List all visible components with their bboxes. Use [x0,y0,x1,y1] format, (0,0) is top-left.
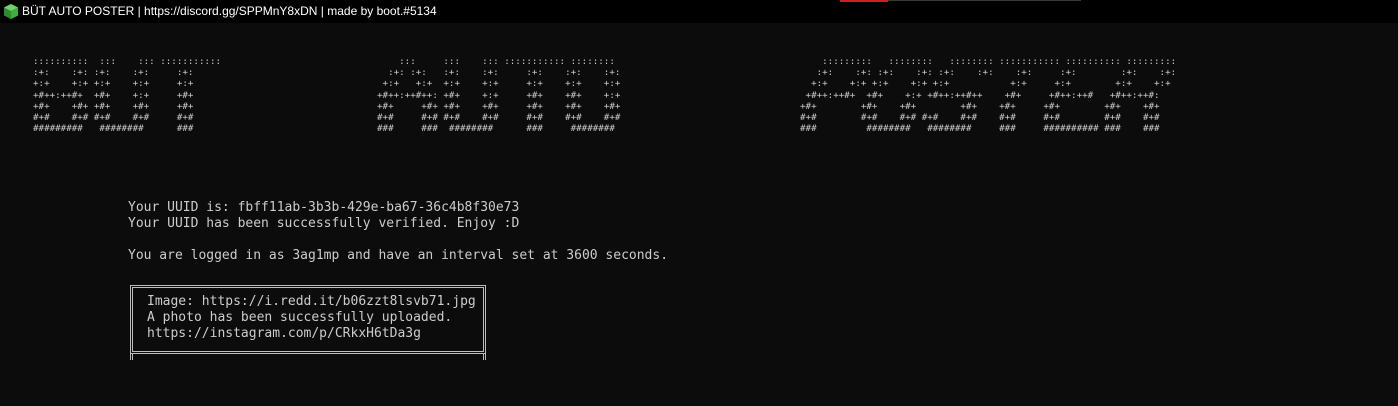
upload-result-box: Image: https://i.redd.it/b06zzt8lsvb71.j… [130,285,486,354]
title-accent-bar [840,0,888,2]
ascii-banner-auto: ::: ::: ::: ::::::::::: :::::::: :+: :+:… [377,56,621,135]
title-divider [888,0,1081,1]
title-bar[interactable]: BÜT AUTO POSTER | https://discord.gg/SPP… [0,0,1398,23]
upload-success-line: A photo has been successfully uploaded. [147,310,453,325]
console-window: BÜT AUTO POSTER | https://discord.gg/SPP… [0,0,1398,406]
image-url-line: Image: https://i.redd.it/b06zzt8lsvb71.j… [147,294,476,309]
login-line: You are logged in as 3ag1mp and have an … [128,248,669,263]
upload-box-legs [130,354,486,360]
window-title: BÜT AUTO POSTER | https://discord.gg/SPP… [22,4,437,18]
uuid-line: Your UUID is: fbff11ab-3b3b-429e-ba67-36… [128,200,520,215]
box-leg-left [130,354,133,360]
console-output[interactable]: :::::::::: ::: ::: ::::::::::: :+: :+: :… [0,23,1398,406]
verified-line: Your UUID has been successfully verified… [128,216,520,231]
box-leg-right [483,354,486,360]
ascii-banner-poster: ::::::::: :::::::: :::::::: ::::::::::: … [800,56,1177,135]
green-cube-icon [4,4,18,19]
ascii-banner-but: :::::::::: ::: ::: ::::::::::: :+: :+: :… [33,56,222,135]
instagram-url-line: https://instagram.com/p/CRkxH6tDa3g [147,326,421,341]
